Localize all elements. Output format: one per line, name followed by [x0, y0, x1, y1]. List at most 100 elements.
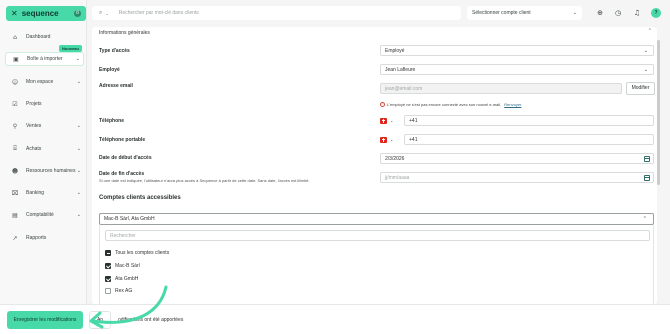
sidebar-item-label: Boîte à importer: [27, 56, 63, 62]
hr-icon: ☻: [11, 167, 19, 175]
email-field: jean@email.com: [380, 83, 622, 94]
accounting-icon: ▤: [12, 211, 18, 219]
sidebar: ✕ sequence 8 ⌂ Dashboard ▣ Boîte à importer…: [0, 0, 87, 334]
start-date-value: 2/3/2026: [385, 155, 405, 162]
access-type-label: Type d'accès: [99, 48, 130, 54]
topbar: ⌕ ⌄ Sélectionner compte client ⌄ ⊕ ◷ ♫ ?: [88, 0, 670, 27]
home-icon: ⌂: [13, 33, 17, 41]
brand-badge: 8: [74, 10, 81, 17]
end-date-label: Date de fin d'accès: [99, 171, 145, 177]
mobile-label: Téléphone portable: [99, 137, 146, 143]
phone-input[interactable]: +41: [404, 115, 654, 126]
inbox-icon: ▣: [13, 55, 19, 63]
search-bar[interactable]: ⌕ ⌄: [92, 6, 461, 20]
user-icon: ☺: [11, 78, 19, 86]
accounts-select[interactable]: Mac-B Sàrl, Ata GmbH ⌃: [99, 213, 654, 225]
help-button[interactable]: ?: [651, 8, 661, 18]
employee-value: Jean Lafleure: [385, 66, 416, 73]
calendar-icon[interactable]: [644, 156, 650, 162]
section-header: Informations générales: [99, 30, 150, 36]
sidebar-item-label: Comptabilité: [26, 212, 54, 218]
save-button[interactable]: Enregistrer les modifications: [7, 311, 83, 329]
search-icon: ⌕: [99, 9, 103, 16]
logo-icon: ✕: [11, 9, 18, 18]
account-option[interactable]: Ata GmbH: [105, 274, 138, 284]
chevron-down-icon: ⌄: [572, 10, 577, 16]
sales-icon: ⚲: [12, 122, 18, 130]
sidebar-item-label: Dashboard: [26, 34, 51, 40]
email-warning: ! L'employé ne s'est pas encore connecté…: [380, 102, 521, 107]
account-option-label: Mac-B Sàrl: [115, 263, 140, 269]
chevron-up-icon[interactable]: ⌃: [648, 28, 652, 34]
search-input[interactable]: [118, 10, 419, 16]
modify-email-button[interactable]: Modifier: [626, 82, 655, 95]
clock-icon[interactable]: ◷: [613, 8, 623, 18]
sidebar-item-achats[interactable]: ⌸ Achats ⌄: [5, 142, 84, 156]
account-select[interactable]: Sélectionner compte client ⌄: [467, 6, 582, 20]
sidebar-item-banking[interactable]: ⌧ Banking ⌄: [5, 186, 84, 200]
sidebar-item-ressources-humaines[interactable]: ☻ Ressources humaines ⌄: [5, 164, 84, 178]
sidebar-item-projets[interactable]: ☑ Projets: [5, 97, 84, 111]
chevron-down-icon: ⌄: [390, 137, 394, 142]
warning-text: L'employé ne s'est pas encore connecté a…: [387, 102, 502, 107]
bell-icon[interactable]: ♫: [632, 8, 642, 18]
phone-prefix: +41: [409, 117, 418, 124]
chevron-down-icon: ⌄: [643, 47, 648, 54]
new-badge: Nouveau: [59, 45, 82, 52]
brand-logo[interactable]: ✕ sequence 8: [6, 6, 86, 21]
end-date-help: Si une date est indiquée, l'utilisateur …: [99, 178, 310, 183]
sidebar-item-label: Ventes: [26, 123, 42, 129]
accounts-search-input[interactable]: [105, 230, 650, 241]
end-date-field[interactable]: jj/mm/aaaa: [380, 172, 654, 183]
checkbox-checked[interactable]: [105, 275, 111, 282]
mobile-input[interactable]: +41: [404, 134, 654, 145]
account-option[interactable]: Rex AG: [105, 286, 132, 296]
swiss-flag-icon: [380, 117, 387, 124]
chevron-down-icon: ⌄: [76, 79, 81, 85]
scrollbar[interactable]: [657, 40, 660, 185]
calendar-icon[interactable]: [644, 175, 650, 181]
employee-access-form: Informations générales ⌃ Type d'accès Em…: [92, 27, 657, 304]
access-type-select[interactable]: Employé ⌄: [380, 45, 654, 56]
warning-icon: !: [380, 102, 385, 107]
sidebar-item-ventes[interactable]: ⚲ Ventes ⌄: [5, 119, 84, 133]
sidebar-item-comptabilit-[interactable]: ▤ Comptabilité ⌄: [5, 208, 84, 222]
sidebar-item-label: Mon espace: [26, 79, 54, 85]
mobile-prefix: +41: [409, 136, 418, 143]
footer-note: odifications ont été apportées: [118, 317, 184, 323]
chevron-down-icon: ⌄: [76, 168, 81, 174]
bank-icon: ⌧: [11, 189, 19, 197]
add-circle-icon[interactable]: ⊕: [595, 8, 605, 18]
chart-icon: ↗: [12, 234, 18, 242]
sidebar-item-label: Achats: [26, 146, 42, 152]
brand-name: sequence: [21, 9, 59, 18]
chevron-down-icon: ⌄: [76, 190, 81, 196]
swiss-flag-icon: [380, 136, 387, 143]
employee-select[interactable]: Jean Lafleure ⌄: [380, 64, 654, 75]
phone-country-select[interactable]: ⌄: [380, 115, 400, 126]
checkbox-indeterminate[interactable]: [105, 250, 111, 256]
chevron-up-icon: ⌃: [642, 216, 647, 222]
chevron-down-icon: ⌄: [76, 123, 81, 129]
resend-link[interactable]: Renvoyer: [504, 102, 521, 107]
sidebar-item-rapports[interactable]: ↗ Rapports: [5, 231, 84, 245]
sidebar-item-bo-te-importer[interactable]: ▣ Boîte à importer ⌄: [5, 52, 84, 66]
chevron-down-icon: ⌄: [75, 56, 80, 62]
account-option[interactable]: Mac-B Sàrl: [105, 261, 140, 271]
all-accounts-option[interactable]: Tous les comptes clients: [105, 248, 169, 258]
sidebar-item-mon-espace[interactable]: ☺ Mon espace ⌄: [5, 75, 84, 89]
checkbox-checked[interactable]: [105, 263, 111, 269]
start-date-label: Date de début d'accès: [99, 155, 152, 161]
start-date-field[interactable]: 2/3/2026: [380, 153, 654, 164]
cancel-button[interactable]: An: [89, 311, 111, 329]
all-accounts-label: Tous les comptes clients: [115, 250, 170, 256]
chevron-down-icon[interactable]: ⌄: [105, 11, 108, 16]
sidebar-item-label: Projets: [26, 101, 42, 107]
employee-label: Employé: [99, 67, 120, 73]
mobile-country-select[interactable]: ⌄: [380, 134, 400, 145]
chevron-down-icon: ⌄: [643, 66, 648, 73]
footer-bar: Enregistrer les modifications An odifica…: [0, 304, 670, 334]
checkbox-unchecked[interactable]: [105, 288, 111, 294]
chevron-down-icon: ⌄: [76, 212, 81, 218]
sidebar-item-dashboard[interactable]: ⌂ Dashboard: [5, 30, 84, 44]
